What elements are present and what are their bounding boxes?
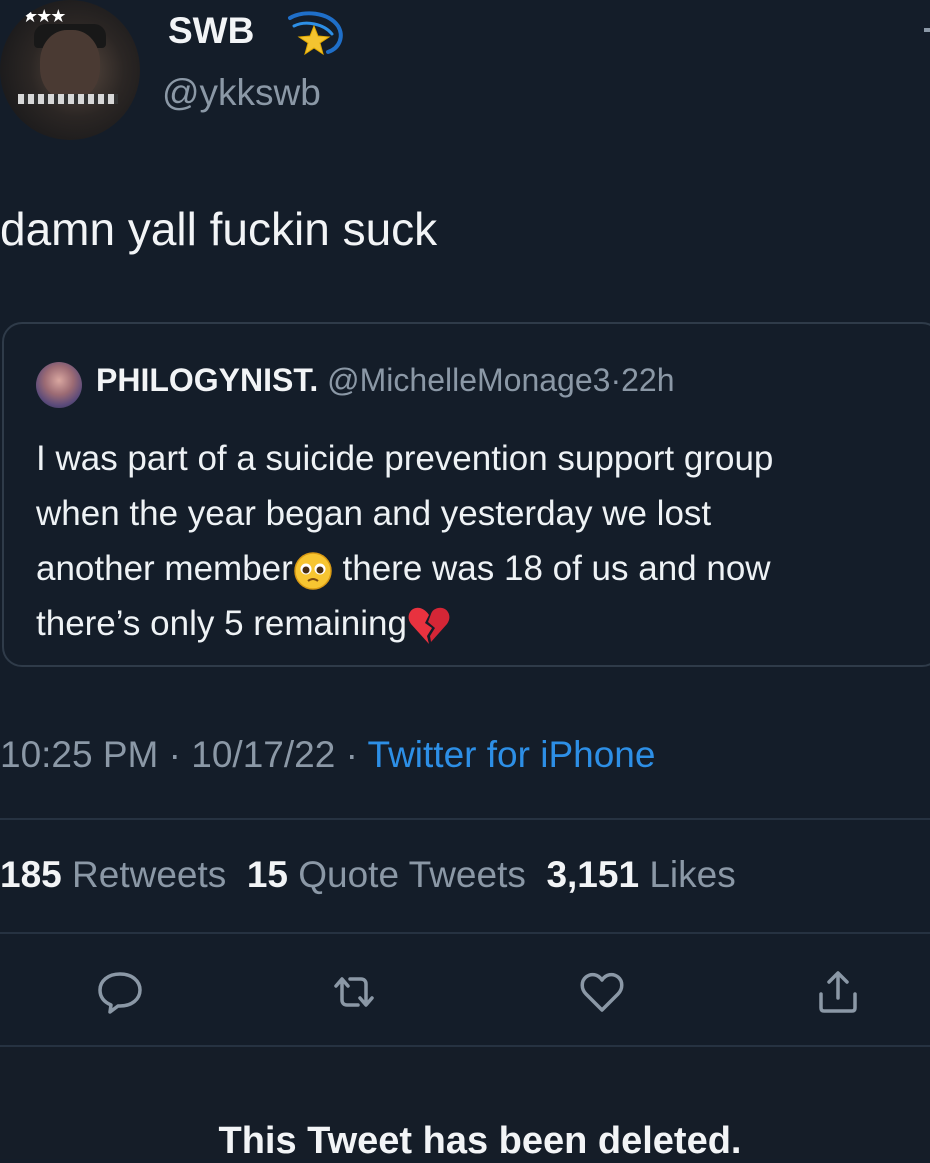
pleading-face-icon [294, 552, 332, 590]
likes-stat[interactable]: 3,151 Likes [546, 854, 735, 895]
quotes-label: Quote Tweets [298, 854, 526, 895]
quoted-header-separator: · [610, 362, 622, 398]
quoted-tweet-time: 22h [621, 362, 675, 398]
quoted-line-fragment: there was 18 of us and now [332, 549, 771, 588]
avatar-face [40, 30, 100, 100]
tweet-date: 10/17/22 [191, 734, 336, 775]
quoted-tweet-text: I was part of a suicide prevention suppo… [36, 431, 930, 651]
author-handle[interactable]: @ykkswb [162, 72, 321, 114]
quoted-line-fragment: there’s only 5 remaining [36, 604, 407, 643]
tweet-time: 10:25 PM [0, 734, 159, 775]
deleted-notice: This Tweet has been deleted. [218, 1120, 742, 1162]
quoted-author-handle[interactable]: @MichelleMonage3 [327, 362, 610, 398]
broken-heart-icon [408, 607, 450, 644]
quoted-line-fragment: another member [36, 549, 293, 588]
quoted-line: another member there was 18 of us and no… [36, 541, 930, 596]
quoted-line: there’s only 5 remaining [36, 596, 930, 651]
quotes-stat[interactable]: 15 Quote Tweets [247, 854, 526, 895]
shooting-star-icon [288, 11, 343, 56]
share-icon[interactable] [812, 966, 864, 1018]
like-icon[interactable] [576, 966, 628, 1018]
likes-label: Likes [649, 854, 736, 895]
avatar-chain [18, 94, 118, 104]
engagement-stats: 185 Retweets 15 Quote Tweets 3,151 Likes [0, 854, 736, 896]
retweet-icon[interactable] [328, 966, 380, 1018]
meta-separator: · [345, 734, 358, 775]
divider [0, 932, 930, 934]
retweets-count: 185 [0, 854, 62, 895]
divider [0, 818, 930, 820]
quoted-author-avatar[interactable] [36, 362, 82, 408]
quoted-line: when the year began and yesterday we los… [36, 494, 712, 533]
quoted-author-name[interactable]: PHILOGYNIST. [96, 362, 318, 398]
quoted-tweet-header: PHILOGYNIST. @MichelleMonage3·22h [96, 362, 674, 399]
author-display-name[interactable]: SWB [168, 10, 254, 52]
retweets-label: Retweets [72, 854, 227, 895]
likes-count: 3,151 [546, 854, 640, 895]
retweets-stat[interactable]: 185 Retweets [0, 854, 226, 895]
meta-separator: · [168, 734, 181, 775]
author-avatar[interactable]: ★★★ [0, 0, 140, 140]
reply-icon[interactable] [94, 966, 146, 1018]
quoted-line: I was part of a suicide prevention suppo… [36, 439, 774, 478]
tweet-meta: 10:25 PM · 10/17/22 · Twitter for iPhone [0, 734, 655, 776]
more-options-icon[interactable] [924, 28, 930, 32]
tweet-source-link[interactable]: Twitter for iPhone [368, 734, 656, 775]
tweet-text: damn yall fuckin suck [0, 203, 438, 255]
quotes-count: 15 [246, 854, 288, 895]
